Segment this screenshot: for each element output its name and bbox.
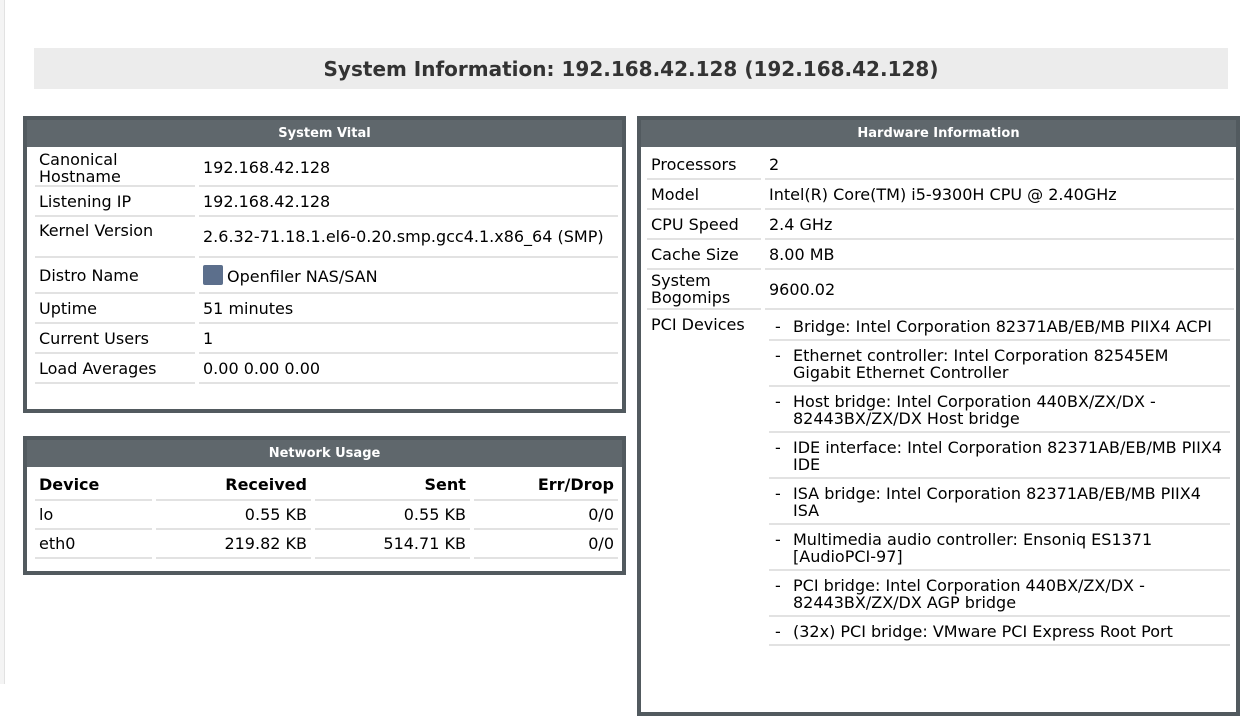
received-cell: 0.55 KB bbox=[156, 501, 311, 530]
page-title: System Information: 192.168.42.128 (192.… bbox=[34, 48, 1228, 89]
table-row: Uptime 51 minutes bbox=[35, 294, 618, 324]
table-row: eth0 219.82 KB 514.71 KB 0/0 bbox=[35, 530, 618, 559]
hw-key: CPU Speed bbox=[647, 210, 761, 240]
list-item: IDE interface: Intel Corporation 82371AB… bbox=[769, 436, 1230, 479]
table-row: Listening IP 192.168.42.128 bbox=[35, 187, 618, 217]
vital-key: Load Averages bbox=[35, 354, 195, 384]
errdrop-cell: 0/0 bbox=[473, 501, 618, 530]
table-row: Load Averages 0.00 0.00 0.00 bbox=[35, 354, 618, 384]
distro-name: Openfiler NAS/SAN bbox=[227, 267, 378, 286]
vital-key: Kernel Version bbox=[35, 217, 195, 258]
hw-value: 2 bbox=[765, 150, 1234, 180]
vital-value: 192.168.42.128 bbox=[199, 187, 618, 217]
system-vital-table: Canonical Hostname 192.168.42.128 Listen… bbox=[31, 150, 622, 384]
vital-key: Listening IP bbox=[35, 187, 195, 217]
hw-value: 8.00 MB bbox=[765, 240, 1234, 270]
network-usage-panel: Network Usage Device Received Sent Err/D… bbox=[23, 436, 626, 575]
table-row: lo 0.55 KB 0.55 KB 0/0 bbox=[35, 501, 618, 530]
table-row: Processors 2 bbox=[647, 150, 1234, 180]
list-item: PCI bridge: Intel Corporation 440BX/ZX/D… bbox=[769, 574, 1230, 617]
vital-value: 192.168.42.128 bbox=[199, 150, 618, 187]
sent-cell: 514.71 KB bbox=[314, 530, 470, 559]
table-row: PCI Devices Bridge: Intel Corporation 82… bbox=[647, 310, 1234, 649]
hardware-information-panel: Hardware Information Processors 2 Model … bbox=[637, 116, 1240, 716]
received-cell: 219.82 KB bbox=[156, 530, 311, 559]
table-row: System Bogomips 9600.02 bbox=[647, 270, 1234, 310]
hw-key: Model bbox=[647, 180, 761, 210]
column-header-received: Received bbox=[156, 470, 311, 501]
device-cell: lo bbox=[35, 501, 153, 530]
distro-icon bbox=[203, 265, 223, 285]
hw-key: Cache Size bbox=[647, 240, 761, 270]
network-usage-table: Device Received Sent Err/Drop lo 0.55 KB… bbox=[31, 470, 622, 559]
hw-key: System Bogomips bbox=[647, 270, 761, 310]
list-item: ISA bridge: Intel Corporation 82371AB/EB… bbox=[769, 482, 1230, 525]
table-row: CPU Speed 2.4 GHz bbox=[647, 210, 1234, 240]
table-row: Current Users 1 bbox=[35, 324, 618, 354]
table-row: Canonical Hostname 192.168.42.128 bbox=[35, 150, 618, 187]
vital-value: 2.6.32-71.18.1.el6-0.20.smp.gcc4.1.x86_6… bbox=[199, 217, 618, 258]
vital-value: 0.00 0.00 0.00 bbox=[199, 354, 618, 384]
column-header-errdrop: Err/Drop bbox=[473, 470, 618, 501]
device-cell: eth0 bbox=[35, 530, 153, 559]
vital-key: Canonical Hostname bbox=[35, 150, 195, 187]
system-vital-panel: System Vital Canonical Hostname 192.168.… bbox=[23, 116, 626, 413]
vital-value-distro: Openfiler NAS/SAN bbox=[199, 258, 618, 294]
list-item: Multimedia audio controller: Ensoniq ES1… bbox=[769, 528, 1230, 571]
hardware-table: Processors 2 Model Intel(R) Core(TM) i5-… bbox=[643, 150, 1238, 649]
vital-key: Distro Name bbox=[35, 258, 195, 294]
hw-key: Processors bbox=[647, 150, 761, 180]
hardware-information-header: Hardware Information bbox=[641, 120, 1236, 147]
errdrop-cell: 0/0 bbox=[473, 530, 618, 559]
list-item: (32x) PCI bridge: VMware PCI Express Roo… bbox=[769, 620, 1230, 646]
table-row: Model Intel(R) Core(TM) i5-9300H CPU @ 2… bbox=[647, 180, 1234, 210]
left-edge-divider bbox=[0, 0, 5, 684]
sent-cell: 0.55 KB bbox=[314, 501, 470, 530]
table-row: Cache Size 8.00 MB bbox=[647, 240, 1234, 270]
pci-device-cell: Bridge: Intel Corporation 82371AB/EB/MB … bbox=[765, 310, 1234, 649]
vital-value: 51 minutes bbox=[199, 294, 618, 324]
vital-value: 1 bbox=[199, 324, 618, 354]
pci-device-list: Bridge: Intel Corporation 82371AB/EB/MB … bbox=[769, 315, 1230, 646]
table-row: Kernel Version 2.6.32-71.18.1.el6-0.20.s… bbox=[35, 217, 618, 258]
hw-value: 2.4 GHz bbox=[765, 210, 1234, 240]
list-item: Host bridge: Intel Corporation 440BX/ZX/… bbox=[769, 390, 1230, 433]
hw-value: Intel(R) Core(TM) i5-9300H CPU @ 2.40GHz bbox=[765, 180, 1234, 210]
vital-key: Uptime bbox=[35, 294, 195, 324]
hw-value: 9600.02 bbox=[765, 270, 1234, 310]
vital-key: Current Users bbox=[35, 324, 195, 354]
network-usage-header: Network Usage bbox=[27, 440, 622, 467]
list-item: Ethernet controller: Intel Corporation 8… bbox=[769, 344, 1230, 387]
list-item: Bridge: Intel Corporation 82371AB/EB/MB … bbox=[769, 315, 1230, 341]
hw-key-pci: PCI Devices bbox=[651, 315, 745, 334]
table-row: Distro Name Openfiler NAS/SAN bbox=[35, 258, 618, 294]
column-header-sent: Sent bbox=[314, 470, 470, 501]
column-header-device: Device bbox=[35, 470, 153, 501]
system-vital-header: System Vital bbox=[27, 120, 622, 147]
table-header-row: Device Received Sent Err/Drop bbox=[35, 470, 618, 501]
